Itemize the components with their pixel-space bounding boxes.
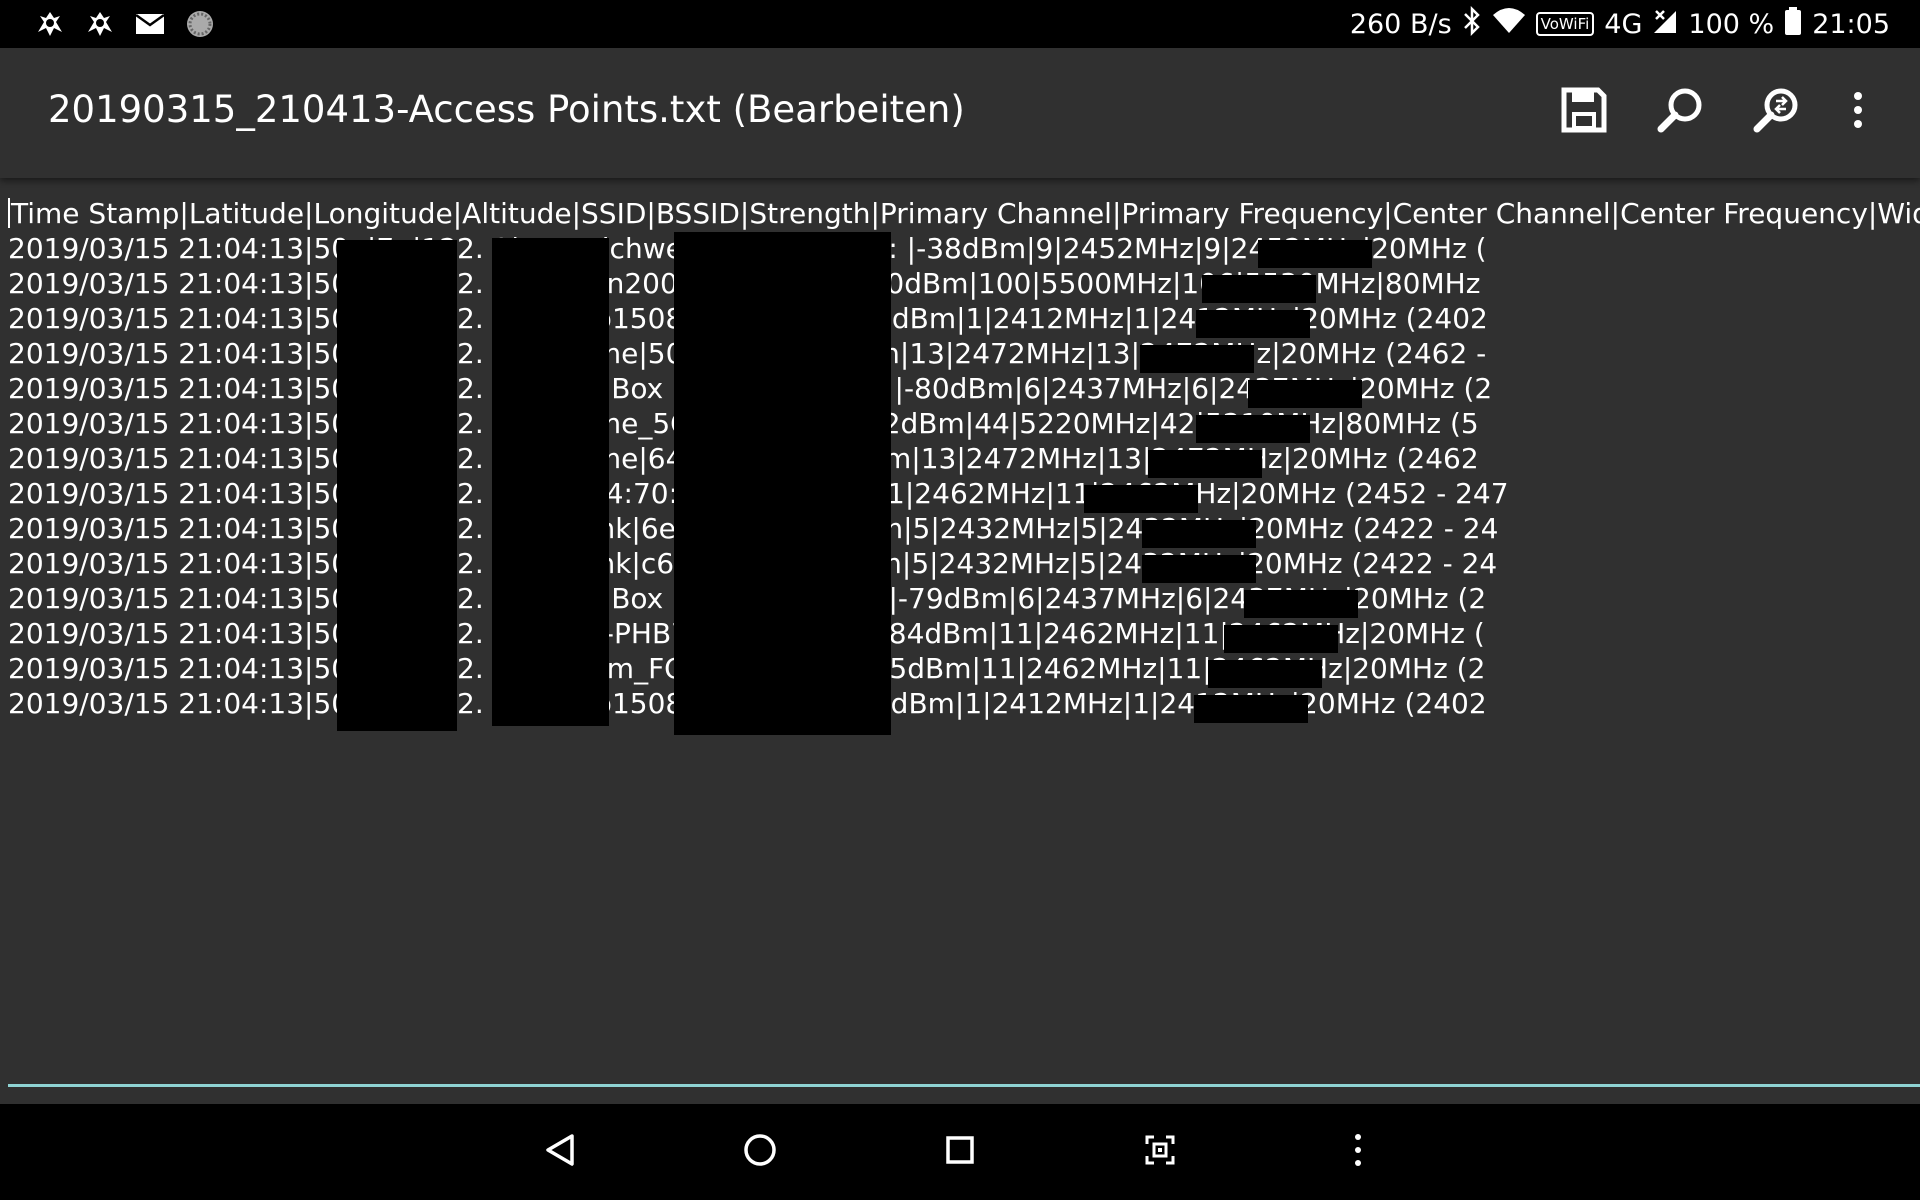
editor-line-text: Time Stamp|Latitude|Longitude|Altitude|S… (11, 197, 1920, 230)
redaction-block (1248, 380, 1362, 408)
editor-line: 2019/03/15 21:04:13|50. |7. |122. 9|rout… (8, 407, 1479, 440)
mail-icon (134, 8, 166, 40)
text-editor[interactable]: Time Stamp|Latitude|Longitude|Altitude|S… (8, 196, 1920, 1086)
editor-line: 2019/03/15 21:04:13|50. |7. |122. 9|Coll… (8, 267, 1481, 300)
text-cursor (8, 198, 10, 228)
editor-line: 2019/03/15 21:04:13|50. |7. |122. 9|Frei… (8, 512, 1499, 545)
redaction-block (1202, 275, 1316, 303)
search-replace-button[interactable] (1748, 84, 1804, 140)
app-notification-icon (84, 8, 116, 40)
editor-line: 2019/03/15 21:04:13|50. |7. |122. 9|rout… (8, 442, 1479, 475)
file-title: 20190315_210413-Access Points.txt (Bearb… (48, 88, 965, 131)
recents-icon (945, 1135, 975, 1170)
back-icon (544, 1133, 576, 1172)
header-line: Time Stamp|Latitude|Longitude|Altitude|S… (8, 196, 1920, 231)
app-notification-icon (34, 8, 66, 40)
redaction-block (1142, 555, 1256, 583)
redaction-block (1196, 415, 1310, 443)
system-indicators: 260 B/s VoWiFi 4G 100 % 21:05 (1349, 5, 1890, 43)
redaction-block (1208, 660, 1322, 688)
status-bar: 260 B/s VoWiFi 4G 100 % 21:05 (0, 0, 1920, 48)
vowifi-badge: VoWiFi (1535, 12, 1595, 36)
editor-line: 2019/03/15 21:04:13|50. |7. |122. 9|Kidz… (8, 477, 1509, 510)
redaction-block (1258, 240, 1372, 268)
search-replace-icon (1752, 86, 1800, 139)
redaction-block (1142, 520, 1256, 548)
screenshot-icon (1144, 1134, 1176, 1171)
redaction-block (674, 232, 891, 735)
editor-line: 2019/03/15 21:04:13|50. |7. |122. 9|Tele… (8, 652, 1486, 685)
redaction-block (1084, 485, 1198, 513)
network-speed: 260 B/s (1349, 8, 1452, 40)
network-type: 4G (1604, 8, 1643, 40)
progress-icon (184, 8, 216, 40)
more-vert-icon (1850, 90, 1866, 135)
redaction-block (1140, 345, 1254, 373)
redaction-block (337, 240, 457, 731)
editor-line: 2019/03/15 21:04:13|50. |7. |122. 9|rett… (8, 232, 1487, 265)
more-vert-icon (1352, 1133, 1364, 1172)
battery-level: 100 % (1688, 8, 1775, 40)
battery-icon (1784, 6, 1802, 43)
clock: 21:05 (1812, 8, 1890, 40)
redaction-block (1244, 590, 1358, 618)
back-button[interactable] (536, 1128, 584, 1176)
redaction-block (492, 238, 609, 726)
app-bar: 20190315_210413-Access Points.txt (Bearb… (0, 48, 1920, 178)
save-icon (1560, 86, 1608, 139)
redaction-block (1148, 450, 1262, 478)
search-button[interactable] (1652, 84, 1708, 140)
editor-line: 2019/03/15 21:04:13|50. |7. |122. 9|Frei… (8, 547, 1498, 580)
recents-button[interactable] (936, 1128, 984, 1176)
wifi-icon (1492, 7, 1526, 42)
home-button[interactable] (736, 1128, 784, 1176)
redaction-block (1224, 625, 1338, 653)
notification-icons (34, 8, 216, 40)
editor-line: 2019/03/15 21:04:13|50. |7. |122. 9|FRIT… (8, 372, 1493, 405)
nav-more-button[interactable] (1334, 1128, 1382, 1176)
editor-underline (8, 1084, 1920, 1087)
editor-line: 2019/03/15 21:04:13|50. |7. |122. 9|FRIT… (8, 582, 1487, 615)
navigation-bar (0, 1104, 1920, 1200)
signal-icon (1652, 7, 1678, 42)
redaction-block (1194, 695, 1308, 723)
bluetooth-icon (1462, 5, 1482, 43)
search-icon (1656, 86, 1704, 139)
redaction-block (1196, 310, 1310, 338)
editor-line: 2019/03/15 21:04:13|50. |7. |122. 9|Pinc… (8, 687, 1487, 720)
editor-line: 2019/03/15 21:04:13|50. |7. |122. 9|rout… (8, 337, 1487, 370)
home-icon (743, 1133, 777, 1172)
screenshot-button[interactable] (1136, 1128, 1184, 1176)
editor-line: 2019/03/15 21:04:13|50. |7. |122. 9|Pinc… (8, 302, 1488, 335)
editor-line: 2019/03/15 21:04:13|50. |7. |122. 9|WLAN… (8, 617, 1485, 650)
overflow-menu-button[interactable] (1830, 84, 1886, 140)
save-button[interactable] (1556, 84, 1612, 140)
